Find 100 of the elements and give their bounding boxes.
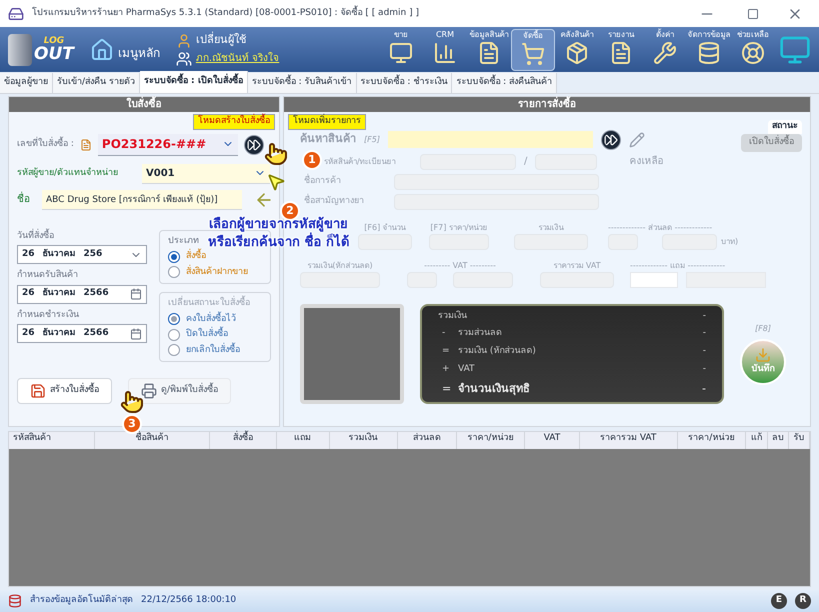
vendor-name-field[interactable]: ABC Drug Store [กรรณิการ์ เพียงแท้ (ปุ้ย)] <box>42 190 242 210</box>
radio-button[interactable] <box>168 250 180 263</box>
field-label: รหัสผู้ขาย/ตัวแทนจำหน่าย <box>17 166 120 180</box>
status-label: สำรองข้อมูลอัตโนมัติล่าสุด <box>30 594 133 608</box>
column-header[interactable]: แก้ <box>746 432 768 449</box>
column-label: [F7] ราคา/หน่วย <box>430 222 488 234</box>
tab[interactable]: รับเข้า/ส่งคืน รายตัว <box>53 73 140 93</box>
bar-chart-icon <box>433 40 457 64</box>
po-number-select[interactable]: PO231226-### <box>98 134 238 156</box>
operator-sign: = <box>441 345 451 358</box>
column-header[interactable]: ราคารวม VAT <box>580 432 678 449</box>
radio-label: สั่งสินค้าฝากขาย <box>186 266 248 278</box>
column-label: --------- VAT --------- <box>424 260 496 272</box>
tab[interactable]: ระบบจัดซื้อ : เปิดใบสั่งซื้อ <box>140 71 248 93</box>
monitor-icon[interactable] <box>779 34 811 66</box>
tab[interactable]: ข้อมูลผู้ขาย <box>0 73 53 93</box>
tab[interactable]: ระบบจัดซื้อ : ส่งคืนสินค้า <box>452 73 558 93</box>
switch-user-button[interactable]: เปลี่ยนผู้ใช้ <box>176 32 280 49</box>
users-icon <box>176 50 192 67</box>
wrench-icon <box>653 40 677 64</box>
column-header[interactable]: แถม <box>276 432 330 449</box>
arrow-cursor-icon <box>266 172 286 192</box>
field-label: วันที่สั่งซื้อ <box>17 230 55 242</box>
toolbar-button[interactable]: คลังสินค้า <box>555 28 599 70</box>
status-badge: R <box>795 593 811 609</box>
toolbar-button[interactable]: จัดการข้อมูล <box>687 28 731 70</box>
group-title: ประเภท <box>168 234 199 248</box>
box-icon <box>565 40 589 64</box>
user-link[interactable]: ภก.ณัชนันท์ จริงใจ <box>176 50 280 67</box>
toolbar-button[interactable]: CRM <box>423 28 467 70</box>
date-picker[interactable]: 26 ธันวาคม 256 <box>17 245 147 264</box>
column-header[interactable]: ราคา/หน่วย <box>456 432 526 449</box>
radio-button[interactable] <box>168 344 180 356</box>
field-label: ชื่อ <box>17 192 30 207</box>
summary-label: รวมเงิน <box>438 310 468 322</box>
create-order-button[interactable]: สร้างใบสั่งซื้อ <box>17 378 112 404</box>
summary-value: - <box>702 381 706 397</box>
toolbar-button[interactable]: ตั้งค่า <box>643 28 687 70</box>
document-icon <box>609 40 633 64</box>
key-hint: [F8] <box>755 322 771 334</box>
logout-button[interactable]: LOG OUT <box>8 34 74 66</box>
maximize-icon[interactable] <box>747 8 759 20</box>
go-button[interactable] <box>244 134 264 154</box>
radio-button[interactable] <box>168 266 180 278</box>
summary-label: รวมส่วนลด <box>458 327 503 340</box>
column-label: รวมเงิน(หักส่วนลด) <box>307 260 373 272</box>
summary-value: - <box>702 345 706 358</box>
annotation-text: หรือเรียกค้นจาก ชื่อ ก็ได้ <box>208 234 350 252</box>
remaining-label: คงเหลือ <box>629 154 664 169</box>
monitor-icon <box>389 40 413 64</box>
operator-sign: - <box>441 327 446 340</box>
lifebuoy-icon <box>741 40 765 64</box>
group-title: เปลี่ยนสถานะใบสั่งซื้อ <box>168 297 250 310</box>
separator-text: / <box>524 155 528 169</box>
home-icon <box>90 38 114 62</box>
radio-button[interactable] <box>168 313 180 326</box>
field-label: ชื่อการค้า <box>304 174 342 188</box>
app-icon <box>8 6 24 22</box>
cart-icon <box>521 42 545 66</box>
database-icon <box>8 594 22 608</box>
hand-cursor-icon <box>120 390 144 414</box>
field-label: เลขที่ใบสั่งซื้อ : <box>17 138 74 151</box>
summary-value: - <box>702 363 706 376</box>
field-label: รหัสสินค้า/ทะเบียนยา <box>324 156 397 168</box>
summary-label: VAT <box>458 363 476 376</box>
printer-icon <box>141 383 157 399</box>
date-picker[interactable]: 26 ธันวาคม 2566 <box>17 284 147 304</box>
mode-badge: โหมดเพิ่มรายการ <box>288 114 366 130</box>
radio-label: ปิดใบสั่งซื้อ <box>186 328 228 342</box>
column-label: ------------- แถม ------------- <box>630 260 726 272</box>
column-header[interactable]: ลบ <box>768 432 790 449</box>
tab[interactable]: ระบบจัดซื้อ : รับสินค้าเข้า <box>248 73 357 93</box>
column-header[interactable]: รับ <box>789 432 810 449</box>
column-header[interactable]: ส่วนลด <box>398 432 457 449</box>
column-header[interactable]: สั่งซื้อ <box>210 432 277 449</box>
home-button[interactable]: เมนูหลัก <box>90 38 160 62</box>
toolbar-button[interactable]: รายงาน <box>599 28 643 70</box>
column-label: ราคารวม VAT <box>553 260 601 272</box>
summary-value: - <box>702 310 706 322</box>
column-header[interactable]: รหัสสินค้า <box>9 432 95 449</box>
vendor-code-field[interactable]: V001 <box>142 164 270 184</box>
column-header[interactable]: VAT <box>525 432 580 449</box>
calendar-icon <box>130 288 142 300</box>
key-hint: [F5] <box>364 134 380 146</box>
toolbar-button[interactable]: ขาย <box>379 28 423 70</box>
status-time: 22/12/2566 18:00:10 <box>141 594 236 608</box>
calendar-icon <box>130 328 142 340</box>
print-order-button[interactable]: ดู/พิมพ์ใบสั่งซื้อ <box>128 378 232 404</box>
toolbar-button[interactable]: ช่วยเหลือ <box>731 28 775 70</box>
field-label: ชื่อสามัญทางยา <box>304 194 365 208</box>
radio-button[interactable] <box>168 328 180 341</box>
column-header[interactable]: รวมเงิน <box>330 432 398 449</box>
tab[interactable]: ระบบจัดซื้อ : ชำระเงิน <box>356 73 452 93</box>
save-icon <box>30 383 46 399</box>
column-header[interactable]: ราคา/หน่วย <box>678 432 746 449</box>
hand-cursor-icon <box>264 142 288 166</box>
date-picker[interactable]: 26 ธันวาคม 2566 <box>17 324 147 343</box>
document-icon <box>477 40 501 64</box>
toolbar-button[interactable]: ข้อมูลสินค้า <box>467 28 511 70</box>
document-icon <box>80 138 92 150</box>
